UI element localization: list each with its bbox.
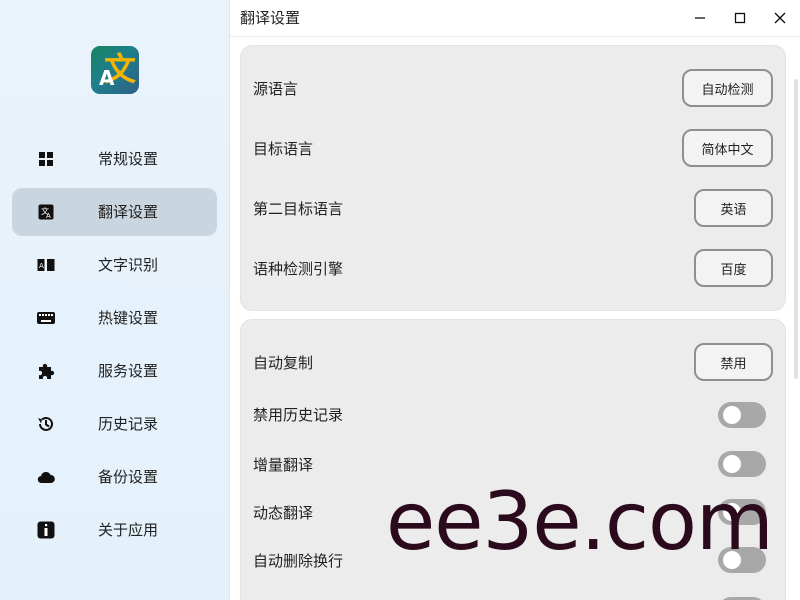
cloud-icon xyxy=(37,468,55,486)
disable-history-toggle[interactable] xyxy=(718,402,766,428)
close-button[interactable] xyxy=(760,0,800,36)
auto-copy-label: 自动复制 xyxy=(253,354,314,372)
maximize-button[interactable] xyxy=(720,0,760,36)
sidebar-item-label: 热键设置 xyxy=(98,309,159,327)
language-settings-card: 源语言 自动检测 目标语言 简体中文 第二目标语言 英语 语种检测引擎 百度 xyxy=(240,45,786,311)
ocr-icon: A xyxy=(37,256,55,274)
target-language-label: 目标语言 xyxy=(253,140,314,158)
puzzle-icon xyxy=(37,362,55,380)
sidebar-item-label: 常规设置 xyxy=(98,150,159,168)
source-language-label: 源语言 xyxy=(253,80,299,98)
sidebar-item-translate[interactable]: 文A 翻译设置 xyxy=(12,188,217,236)
sidebar-item-about[interactable]: 关于应用 xyxy=(12,506,217,554)
maximize-icon xyxy=(734,12,746,24)
history-icon xyxy=(37,415,55,433)
sidebar-item-backup[interactable]: 备份设置 xyxy=(12,453,217,501)
language-detect-engine-select[interactable]: 百度 xyxy=(694,249,773,287)
svg-text:A: A xyxy=(46,212,51,220)
sidebar-item-label: 服务设置 xyxy=(98,362,159,380)
sidebar-item-service[interactable]: 服务设置 xyxy=(12,347,217,395)
sidebar-item-label: 关于应用 xyxy=(98,521,159,539)
dynamic-translate-label: 动态翻译 xyxy=(253,504,314,522)
scrollbar-thumb[interactable] xyxy=(794,79,798,379)
minimize-icon xyxy=(695,17,705,19)
second-target-language-label: 第二目标语言 xyxy=(253,200,344,218)
sidebar: 文 A 常规设置 文A 翻译设置 A 文字识别 热键设置 服务设置 历史记录 备… xyxy=(0,0,230,600)
incremental-translate-label: 增量翻译 xyxy=(253,456,314,474)
minimize-button[interactable] xyxy=(680,0,720,36)
sidebar-item-general[interactable]: 常规设置 xyxy=(12,135,217,183)
watermark-text: ee3e.com xyxy=(386,475,774,568)
translate-icon: 文A xyxy=(37,203,55,221)
app-logo: 文 A xyxy=(91,46,139,94)
title-bar: 翻译设置 xyxy=(230,0,800,37)
keyboard-icon xyxy=(37,309,55,327)
close-icon xyxy=(774,12,786,24)
language-detect-engine-label: 语种检测引擎 xyxy=(253,260,344,278)
sidebar-item-label: 备份设置 xyxy=(98,468,159,486)
sidebar-item-hotkey[interactable]: 热键设置 xyxy=(12,294,217,342)
toggle-knob xyxy=(723,455,741,473)
auto-copy-select[interactable]: 禁用 xyxy=(694,343,773,381)
sidebar-item-label: 历史记录 xyxy=(98,415,159,433)
grid-icon xyxy=(37,150,55,168)
info-icon xyxy=(37,521,55,539)
svg-text:A: A xyxy=(39,262,44,270)
logo-glyph-en: A xyxy=(99,66,115,90)
source-language-select[interactable]: 自动检测 xyxy=(682,69,773,107)
target-language-select[interactable]: 简体中文 xyxy=(682,129,773,167)
sidebar-item-label: 文字识别 xyxy=(98,256,159,274)
sidebar-item-label: 翻译设置 xyxy=(98,203,159,221)
page-title: 翻译设置 xyxy=(240,9,301,27)
sidebar-item-history[interactable]: 历史记录 xyxy=(12,400,217,448)
sidebar-item-ocr[interactable]: A 文字识别 xyxy=(12,241,217,289)
disable-history-label: 禁用历史记录 xyxy=(253,406,344,424)
toggle-knob xyxy=(723,406,741,424)
auto-remove-newline-label: 自动删除换行 xyxy=(253,552,344,570)
second-target-language-select[interactable]: 英语 xyxy=(694,189,773,227)
